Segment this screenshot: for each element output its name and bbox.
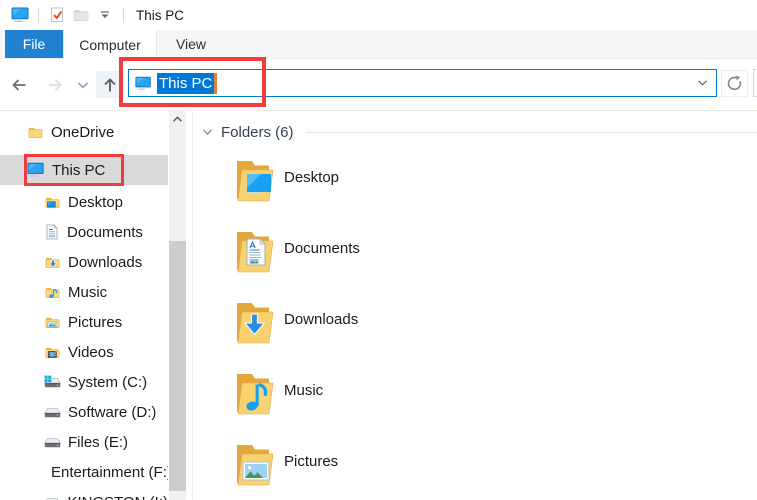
sidebar-item-pictures[interactable]: Pictures: [0, 307, 168, 337]
drive-icon: [44, 435, 61, 449]
folder-view: Folders (6) Desktop Documents Downloads …: [196, 111, 757, 500]
this-pc-icon: [8, 3, 32, 27]
scrollbar-up-button[interactable]: [169, 111, 186, 128]
folder-tile-pictures[interactable]: Pictures: [228, 441, 458, 489]
chevron-up-icon: [172, 116, 183, 123]
tab-computer[interactable]: Computer: [63, 30, 157, 60]
downloads-folder-icon: [44, 255, 61, 270]
tab-view[interactable]: View: [157, 30, 225, 58]
refresh-button[interactable]: [721, 70, 748, 97]
pane-divider: [192, 111, 193, 500]
sidebar-item-onedrive[interactable]: OneDrive: [0, 117, 168, 147]
drive-icon: [44, 405, 61, 419]
pictures-tile-icon: [228, 441, 276, 489]
folder-icon: [27, 125, 44, 140]
up-arrow-icon: [100, 76, 120, 94]
sidebar-item-software-d[interactable]: Software (D:): [0, 397, 168, 427]
forward-button[interactable]: [42, 72, 68, 98]
documents-tile-icon: [228, 228, 276, 276]
system-drive-icon: [44, 375, 61, 389]
desktop-folder-icon: [44, 195, 61, 210]
sidebar-item-files-e[interactable]: Files (E:): [0, 427, 168, 457]
tab-file[interactable]: File: [5, 30, 63, 58]
videos-folder-icon: [44, 345, 61, 360]
new-folder-icon[interactable]: [69, 3, 93, 27]
downloads-tile-icon: [228, 299, 276, 347]
navigation-pane: OneDrive This PC Desktop Documents Downl…: [0, 111, 168, 500]
this-pc-icon: [135, 76, 152, 91]
address-text-selected[interactable]: This PC: [157, 73, 214, 94]
music-folder-icon: [44, 285, 61, 300]
sidebar-item-this-pc[interactable]: This PC: [0, 155, 168, 185]
sidebar-item-desktop[interactable]: Desktop: [0, 187, 168, 217]
address-bar[interactable]: This PC: [128, 69, 717, 97]
navigation-toolbar: This PC: [0, 59, 757, 111]
folder-tile-music[interactable]: Music: [228, 370, 458, 418]
desktop-tile-icon: [228, 157, 276, 205]
ribbon-tab-bar: File Computer View: [0, 30, 757, 59]
up-button[interactable]: [96, 71, 123, 98]
back-arrow-icon: [9, 76, 29, 94]
content-area: OneDrive This PC Desktop Documents Downl…: [0, 111, 757, 500]
collapse-chevron-icon: [202, 128, 213, 136]
sidebar-item-music[interactable]: Music: [0, 277, 168, 307]
window-title: This PC: [136, 8, 184, 23]
scrollbar-thumb[interactable]: [169, 241, 186, 491]
properties-check-icon[interactable]: [45, 3, 69, 27]
sidebar-item-kingston[interactable]: KINGSTON (I:): [0, 487, 168, 500]
qat-dropdown-icon[interactable]: [93, 3, 117, 27]
pictures-folder-icon: [44, 315, 61, 330]
sidebar-item-downloads[interactable]: Downloads: [0, 247, 168, 277]
folder-tile-downloads[interactable]: Downloads: [228, 299, 458, 347]
forward-arrow-icon: [45, 76, 65, 94]
chevron-down-icon: [77, 81, 89, 90]
file-explorer-window: This PC File Computer View This PC: [0, 0, 757, 500]
sidebar-item-documents[interactable]: Documents: [0, 217, 168, 247]
sidebar-scrollbar[interactable]: [169, 111, 186, 500]
sidebar-item-system-c[interactable]: System (C:): [0, 367, 168, 397]
folders-group-header[interactable]: Folders (6): [202, 121, 757, 143]
group-label: Folders (6): [221, 124, 294, 141]
drive-icon: [44, 495, 60, 500]
back-button[interactable]: [6, 72, 32, 98]
sidebar-item-videos[interactable]: Videos: [0, 337, 168, 367]
sidebar-item-entertainment-f[interactable]: Entertainment (F:): [0, 457, 168, 487]
folder-tile-documents[interactable]: Documents: [228, 228, 458, 276]
separator: [38, 8, 39, 23]
address-dropdown-icon[interactable]: [697, 79, 708, 87]
music-tile-icon: [228, 370, 276, 418]
search-box-edge: [753, 69, 757, 97]
group-divider-line: [306, 132, 757, 133]
document-icon: [44, 224, 60, 240]
title-bar: This PC: [0, 0, 757, 30]
text-caret: [214, 73, 217, 94]
folder-tile-desktop[interactable]: Desktop: [228, 157, 458, 205]
refresh-icon: [726, 75, 743, 92]
separator: [123, 8, 124, 23]
recent-locations-button[interactable]: [74, 77, 92, 93]
computer-icon: [27, 162, 45, 178]
